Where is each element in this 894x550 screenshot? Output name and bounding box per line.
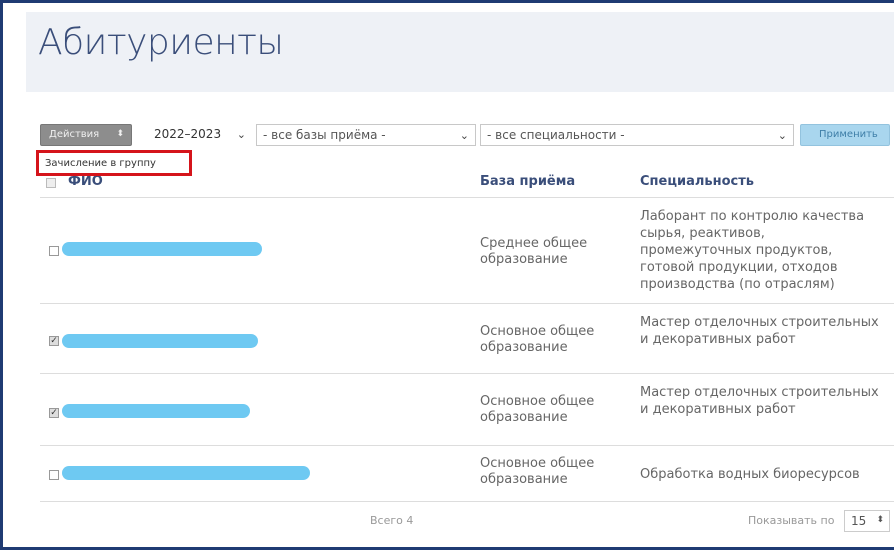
- per-page-label: Показывать по: [748, 514, 835, 527]
- redacted-name: [62, 242, 262, 256]
- chevron-down-icon: ⌄: [777, 129, 787, 142]
- redacted-name: [62, 334, 258, 348]
- row-checkbox[interactable]: [49, 246, 59, 256]
- total-count: Всего 4: [370, 514, 414, 527]
- admission-base-value: - все базы приёма -: [263, 128, 386, 142]
- chevron-down-icon: ⌄: [236, 128, 246, 141]
- year-select[interactable]: 2022–2023 ⌄: [148, 124, 252, 146]
- actions-dropdown-button[interactable]: Действия ⬍: [40, 124, 132, 146]
- per-page-value: 15: [851, 514, 867, 528]
- redacted-name: [62, 466, 310, 480]
- admission-base-select[interactable]: - все базы приёма - ⌄: [256, 124, 476, 146]
- table-row: ✓ Основное общее образование Мастер отде…: [40, 374, 894, 446]
- specialty-cell: Мастер отделочных строительных и декорат…: [640, 315, 879, 347]
- apply-button[interactable]: Применить: [800, 124, 890, 146]
- page-header: Абитуриенты: [26, 12, 894, 92]
- row-checkbox[interactable]: [49, 470, 59, 480]
- row-checkbox[interactable]: ✓: [49, 336, 59, 346]
- specialty-cell: Обработка водных биоресурсов: [640, 467, 860, 482]
- chevron-down-icon: ⌄: [459, 129, 469, 142]
- table-row: ✓ Основное общее образование Мастер отде…: [40, 304, 894, 374]
- specialty-select[interactable]: - все специальности - ⌄: [480, 124, 794, 146]
- row-checkbox[interactable]: ✓: [49, 408, 59, 418]
- page-title: Абитуриенты: [38, 22, 284, 63]
- redacted-name: [62, 404, 250, 418]
- table-row: Среднее общее образование Лаборант по ко…: [40, 198, 894, 304]
- specialty-cell: Лаборант по контролю качества сырья, реа…: [640, 209, 865, 292]
- actions-label: Действия: [49, 129, 100, 140]
- specialty-cell: Мастер отделочных строительных и декорат…: [640, 385, 879, 417]
- per-page-select[interactable]: 15 ⬍: [844, 510, 890, 532]
- filter-toolbar: Действия ⬍ 2022–2023 ⌄ - все базы приёма…: [0, 122, 894, 148]
- admission-base-cell: Основное общее образование: [480, 324, 595, 355]
- select-all-checkbox[interactable]: [46, 178, 56, 188]
- up-down-arrows-icon: ⬍: [876, 515, 884, 525]
- table-footer: Всего 4 Показывать по 15 ⬍: [40, 508, 894, 534]
- table-row: Основное общее образование Обработка вод…: [40, 446, 894, 502]
- up-down-arrows-icon: ⬍: [116, 129, 124, 139]
- enroll-to-group-menu-item[interactable]: Зачисление в группу: [36, 150, 192, 176]
- specialty-value: - все специальности -: [487, 128, 625, 142]
- column-header-base[interactable]: База приёма: [480, 174, 575, 189]
- admission-base-cell: Основное общее образование: [480, 456, 595, 487]
- admission-base-cell: Основное общее образование: [480, 394, 595, 425]
- admission-base-cell: Среднее общее образование: [480, 236, 588, 267]
- column-header-fio[interactable]: ФИО: [68, 174, 103, 189]
- column-header-specialty[interactable]: Специальность: [640, 174, 754, 189]
- year-value: 2022–2023: [154, 127, 222, 141]
